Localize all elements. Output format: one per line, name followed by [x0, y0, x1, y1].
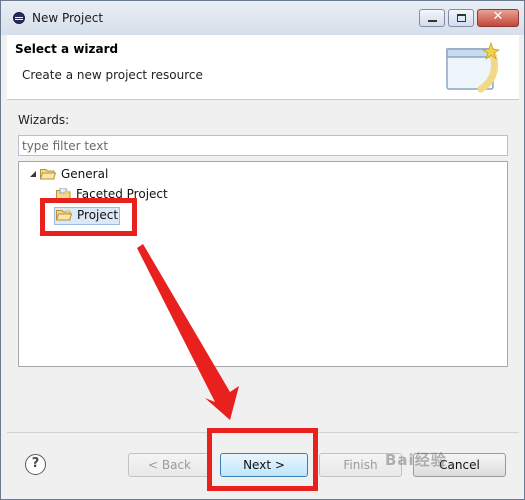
close-icon: ✕: [492, 9, 504, 24]
wizards-label: Wizards:: [18, 113, 70, 127]
banner-description: Create a new project resource: [22, 68, 203, 82]
help-icon: ?: [31, 456, 40, 471]
tree-item-general[interactable]: General: [19, 165, 499, 183]
back-button[interactable]: < Back: [128, 453, 211, 477]
banner-title: Select a wizard: [15, 42, 119, 56]
window-title: New Project: [32, 11, 104, 25]
new-project-dialog: New Project ✕ Select a wizard Create a n…: [0, 0, 525, 500]
filter-input[interactable]: [18, 135, 508, 156]
maximize-icon: [457, 14, 466, 22]
help-button[interactable]: ?: [25, 454, 46, 475]
wizard-banner: Select a wizard Create a new project res…: [7, 35, 519, 100]
watermark: Bai经验: [385, 451, 447, 469]
wizard-tree[interactable]: General Faceted Project Project: [18, 161, 508, 367]
title-bar[interactable]: New Project ✕: [1, 1, 524, 35]
minimize-icon: [428, 20, 437, 22]
new-wizard-icon: [446, 41, 501, 93]
tree-item-label: General: [61, 167, 109, 181]
minimize-button[interactable]: [419, 9, 445, 27]
annotation-box-project: [40, 198, 137, 236]
close-button[interactable]: ✕: [477, 9, 519, 27]
eclipse-icon: [13, 12, 25, 24]
folder-open-icon: [40, 169, 56, 180]
expand-arrow-icon[interactable]: [30, 171, 36, 177]
annotation-box-next: [207, 428, 318, 491]
maximize-button[interactable]: [448, 9, 474, 27]
